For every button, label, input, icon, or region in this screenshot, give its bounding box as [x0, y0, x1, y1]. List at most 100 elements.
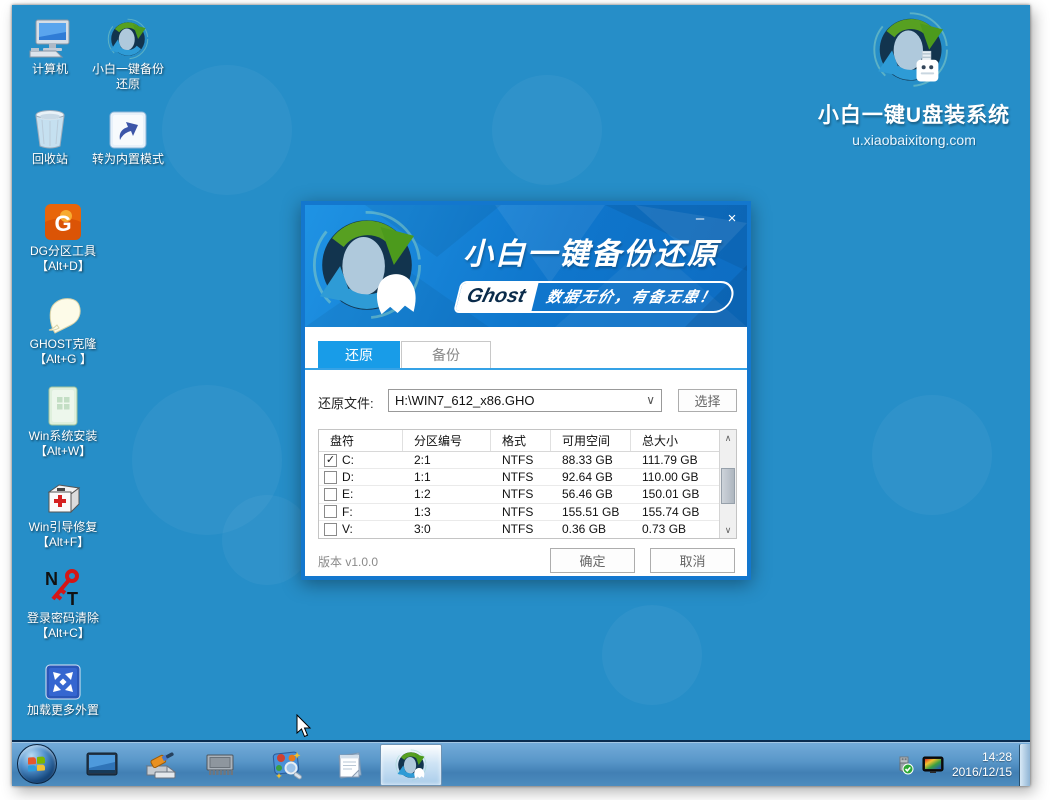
- cell-drive: E:: [342, 487, 353, 501]
- memory-chip-icon: [203, 751, 239, 779]
- cell-drive: D:: [342, 470, 354, 484]
- ghost-icon: [19, 291, 107, 335]
- scroll-down-icon[interactable]: ∨: [720, 522, 736, 538]
- bokeh-circle: [162, 65, 292, 195]
- desktop-icon-label: 计算机: [12, 62, 94, 77]
- cell-free: 0.36 GB: [551, 521, 631, 538]
- bokeh-circle: [492, 75, 602, 185]
- restore-file-label: 还原文件:: [318, 393, 374, 412]
- table-row-v[interactable]: V: 3:0 NTFS 0.36 GB 0.73 GB: [319, 521, 719, 538]
- scrollbar-thumb[interactable]: [721, 468, 735, 504]
- expand-arrows-icon: [19, 657, 107, 701]
- show-desktop-button[interactable]: [1019, 744, 1030, 786]
- cell-partition: 1:3: [403, 504, 491, 520]
- taskbar-disk-tool-button[interactable]: [142, 745, 180, 785]
- ok-button[interactable]: 确定: [550, 548, 635, 573]
- cell-format: NTFS: [491, 521, 551, 538]
- table-scrollbar[interactable]: ∧ ∨: [719, 430, 736, 538]
- dg-tool-icon: G: [19, 198, 107, 242]
- desktop-icon-xiaobai-backup[interactable]: 小白一键备份 还原: [84, 16, 172, 92]
- close-button[interactable]: ×: [723, 209, 741, 227]
- taskbar-notepad-button[interactable]: [330, 745, 368, 785]
- bokeh-circle: [132, 385, 282, 535]
- tab-restore[interactable]: 还原: [318, 341, 400, 368]
- header-partition: 分区编号: [403, 430, 491, 451]
- mouse-cursor: [296, 714, 312, 738]
- sync-arrows-icon: [84, 16, 172, 60]
- scroll-up-icon[interactable]: ∧: [720, 430, 736, 446]
- restore-file-value: H:\WIN7_612_x86.GHO: [395, 393, 534, 408]
- minimize-button[interactable]: –: [691, 209, 709, 227]
- table-row-e[interactable]: E: 1:2 NTFS 56.46 GB 150.01 GB: [319, 486, 719, 503]
- cell-free: 88.33 GB: [551, 452, 631, 468]
- bokeh-circle: [222, 495, 312, 585]
- bokeh-circle: [602, 605, 702, 705]
- taskbar-memory-tool-button[interactable]: [202, 745, 240, 785]
- checkbox-unchecked[interactable]: [324, 523, 337, 536]
- desktop-icon-recycle-bin[interactable]: 回收站: [12, 106, 94, 167]
- desktop-icon-dg-partition[interactable]: G DG分区工具 【Alt+D】: [19, 198, 107, 274]
- tray-clock[interactable]: 14:28 2016/12/15: [952, 750, 1012, 780]
- cell-partition: 1:2: [403, 486, 491, 502]
- checkbox-unchecked[interactable]: [324, 505, 337, 518]
- taskbar-display-tool-button[interactable]: [84, 745, 120, 785]
- brand-title: 小白一键U盘装系统: [800, 99, 1028, 129]
- checkbox-unchecked[interactable]: [324, 488, 337, 501]
- desktop-icon-password-clear[interactable]: N T 登录密码清除 【Alt+C】: [19, 565, 107, 641]
- desktop-icon-ghost-clone[interactable]: GHOST克隆 【Alt+G 】: [19, 291, 107, 367]
- svg-text:N: N: [45, 569, 58, 589]
- header-total: 总大小: [631, 430, 721, 451]
- header-drive: 盘符: [319, 430, 403, 451]
- chevron-down-icon[interactable]: ∨: [646, 393, 655, 407]
- desktop-icon-internal-mode[interactable]: 转为内置模式: [84, 106, 172, 167]
- cell-format: NTFS: [491, 452, 551, 468]
- desktop-icon-load-more[interactable]: 加载更多外置: [19, 657, 107, 718]
- shortcut-arrow-icon: [84, 106, 172, 150]
- version-label: 版本 v1.0.0: [318, 553, 378, 570]
- brand-url: u.xiaobaixitong.com: [800, 132, 1028, 148]
- xiaobai-app-icon: [395, 749, 427, 781]
- choose-file-button[interactable]: 选择: [678, 389, 737, 412]
- table-row-d[interactable]: D: 1:1 NTFS 92.64 GB 110.00 GB: [319, 469, 719, 486]
- desktop-icon-win-install[interactable]: Win系统安装 【Alt+W】: [19, 383, 107, 459]
- table-row-c[interactable]: ✓C: 2:1 NTFS 88.33 GB 111.79 GB: [319, 452, 719, 469]
- ghost-badge: Ghost: [456, 283, 539, 311]
- system-tray: 14:28 2016/12/15: [894, 744, 1012, 786]
- recycle-bin-icon: [12, 106, 94, 150]
- dialog-logo-icon: [311, 209, 423, 326]
- cell-partition: 2:1: [403, 452, 491, 468]
- desktop-preview-icon: [86, 752, 118, 778]
- taskbar-active-app-button[interactable]: [380, 744, 442, 786]
- dialog-tabs: 还原 备份: [305, 341, 747, 368]
- cancel-button[interactable]: 取消: [650, 548, 735, 573]
- cell-drive: F:: [342, 505, 353, 519]
- desktop-icon-computer[interactable]: 计算机: [12, 16, 94, 77]
- cell-format: NTFS: [491, 486, 551, 502]
- usb-safely-remove-icon[interactable]: [894, 755, 914, 775]
- taskbar-utility-tool-button[interactable]: [268, 745, 308, 785]
- cell-total: 110.00 GB: [631, 469, 721, 485]
- checkbox-checked[interactable]: ✓: [324, 454, 337, 467]
- brand-usb-logo-icon: [800, 11, 1028, 95]
- cell-format: NTFS: [491, 504, 551, 520]
- tab-backup[interactable]: 备份: [401, 341, 491, 368]
- dialog-footer: 版本 v1.0.0 确定 取消: [305, 545, 747, 576]
- windows-flag-icon: [28, 756, 46, 772]
- start-button[interactable]: [17, 744, 57, 784]
- display-settings-icon[interactable]: [922, 756, 944, 774]
- cell-partition: 3:0: [403, 521, 491, 538]
- computer-icon: [12, 16, 94, 60]
- header-free: 可用空间: [551, 430, 631, 451]
- bokeh-circle: [872, 395, 992, 515]
- desktop-icon-boot-repair[interactable]: Win引导修复 【Alt+F】: [19, 474, 107, 550]
- taskbar: 14:28 2016/12/15: [12, 740, 1030, 786]
- restore-file-combobox[interactable]: H:\WIN7_612_x86.GHO ∨: [388, 389, 662, 412]
- checkbox-unchecked[interactable]: [324, 471, 337, 484]
- cell-drive: C:: [342, 453, 354, 467]
- tray-time: 14:28: [952, 750, 1012, 765]
- ghost-slogan-pill: Ghost 数据无价，有备无患！: [453, 281, 737, 313]
- disk-brush-icon: [143, 750, 179, 780]
- backup-restore-dialog: 小白一键备份还原 Ghost 数据无价，有备无患！ – × 还原 备份 还原文件…: [301, 201, 751, 580]
- table-row-f[interactable]: F: 1:3 NTFS 155.51 GB 155.74 GB: [319, 504, 719, 521]
- cell-free: 92.64 GB: [551, 469, 631, 485]
